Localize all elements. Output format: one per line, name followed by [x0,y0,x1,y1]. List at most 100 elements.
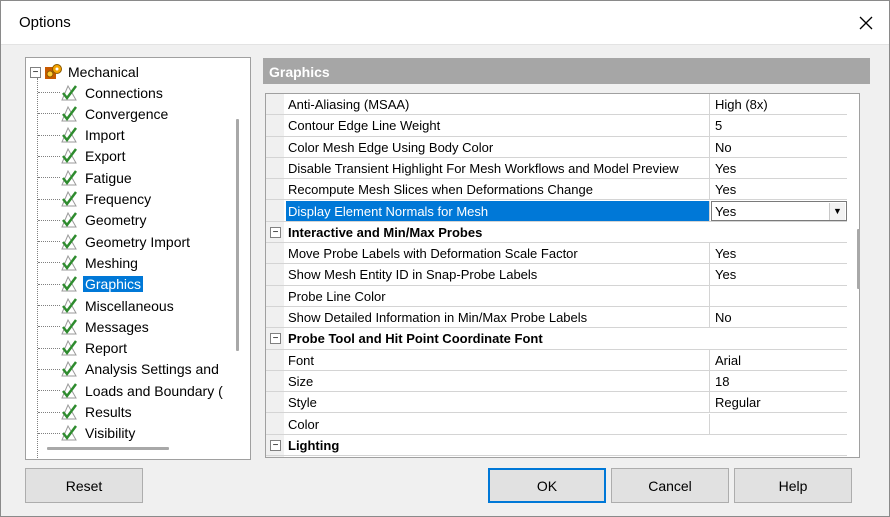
property-value[interactable]: Arial [711,350,847,370]
property-row[interactable]: Color [266,413,847,435]
tree-item-meshing[interactable]: Meshing [38,252,140,273]
property-row[interactable]: Show Detailed Information in Min/Max Pro… [266,307,847,329]
ok-button[interactable]: OK [488,468,606,503]
property-row[interactable]: Probe Line Color [266,285,847,307]
tree-item-geometry[interactable]: Geometry [38,210,148,231]
tree-item-report[interactable]: Report [38,338,129,359]
options-dialog: Options − Mechanical Connections Converge… [0,0,890,517]
property-row[interactable]: Show Mesh Entity ID in Snap-Probe Labels… [266,264,847,286]
property-value-text: Yes [715,160,737,176]
property-name: Move Probe Labels with Deformation Scale… [286,243,710,264]
collapse-icon[interactable]: − [270,333,281,345]
collapse-icon[interactable]: − [270,439,281,451]
tree-item-geometry-import[interactable]: Geometry Import [38,231,192,252]
tree-item-analysis-settings-and[interactable]: Analysis Settings and [38,359,221,380]
category-row[interactable]: − Lighting [266,435,847,457]
property-row[interactable]: Style Regular [266,392,847,414]
property-value[interactable] [711,414,847,434]
property-name: Show Mesh Entity ID in Snap-Probe Labels [286,264,710,285]
checkmark-icon [61,148,77,164]
tree-connector [38,305,60,306]
tree-item-results[interactable]: Results [38,402,134,423]
collapse-icon[interactable]: − [270,226,281,238]
property-row[interactable]: Move Probe Labels with Deformation Scale… [266,243,847,265]
property-value-text: Regular [715,395,761,411]
property-name: Probe Line Color [286,285,710,306]
property-value[interactable]: Yes [711,264,847,284]
reset-button[interactable]: Reset [25,468,143,503]
property-grid[interactable]: Anti-Aliasing (MSAA) High (8x) Contour Edg… [265,93,860,458]
property-row[interactable]: Font Arial [266,349,847,371]
property-row[interactable]: Contour Edge Line Weight 5 [266,115,847,137]
property-name: Style [286,392,710,413]
checkmark-icon [61,169,77,186]
tree-connector [38,347,60,349]
dropdown-arrow-icon[interactable]: ▼ [829,202,845,220]
property-row[interactable]: Anti-Aliasing (MSAA) High (8x) [266,94,847,116]
cancel-button[interactable]: Cancel [611,468,729,503]
property-value[interactable]: Yes [711,179,847,199]
property-value[interactable]: High (8x) [711,94,847,114]
grid-vertical-scrollbar[interactable] [857,229,860,289]
category-row[interactable]: − Probe Tool and Hit Point Coordinate Fon… [266,328,847,350]
tree-horizontal-scrollbar[interactable] [47,447,169,450]
property-name: Show Detailed Information in Min/Max Pro… [286,307,710,328]
property-value-text: Yes [715,182,737,198]
tree-connector [38,92,60,93]
property-value[interactable]: 5 [711,115,847,135]
tree-vertical-scrollbar[interactable] [236,119,239,351]
property-value-text: 18 [715,373,730,389]
mechanical-gear-icon [45,64,62,79]
options-tree[interactable]: − Mechanical Connections Convergence Impor… [25,57,251,460]
tree-connector [38,219,60,221]
property-value[interactable]: No [711,307,847,327]
tree-item-fatigue[interactable]: Fatigue [38,167,134,188]
category-label: Interactive and Min/Max Probes [288,224,483,240]
tree-item-visibility[interactable]: Visibility [38,423,137,444]
checkmark-icon [61,425,77,441]
property-value[interactable] [711,286,847,306]
checkmark-icon [61,233,77,250]
tree-connector [38,390,60,392]
property-value-text: Yes [715,246,737,262]
property-value[interactable]: Yes [711,243,847,263]
property-name: Anti-Aliasing (MSAA) [286,94,710,115]
property-row[interactable]: Recompute Mesh Slices when Deformations … [266,179,847,201]
property-value[interactable]: Regular [711,392,847,412]
property-row[interactable]: Size 18 [266,370,847,393]
property-value-text: Arial [715,352,742,368]
tree-item-label: Report [85,340,128,357]
tree-item-import[interactable]: Import [38,125,127,146]
tree-item-connections[interactable]: Connections [38,82,165,103]
tree-root-mechanical[interactable]: − Mechanical [30,63,139,81]
checkmark-icon [61,254,77,271]
property-value-dropdown[interactable]: Yes ▼ [711,200,847,221]
close-button[interactable] [843,1,889,45]
category-row[interactable]: − Interactive and Min/Max Probes [266,222,847,244]
tree-item-messages[interactable]: Messages [38,316,151,337]
checkmark-icon [61,339,77,356]
property-name: Color Mesh Edge Using Body Color [286,136,710,157]
tree-item-label: Visibility [85,425,136,442]
tree-connector [38,177,60,179]
tree-item-miscellaneous[interactable]: Miscellaneous [38,295,176,316]
property-row[interactable]: Color Mesh Edge Using Body Color No [266,136,847,158]
tree-item-graphics[interactable]: Graphics [38,274,144,295]
tree-item-loads-and-boundary[interactable]: Loads and Boundary ( [38,380,225,401]
property-value-text: No [715,310,732,325]
tree-connector [38,155,60,157]
tree-item-export[interactable]: Export [38,146,127,167]
property-value[interactable]: No [711,137,847,157]
checkmark-icon [61,212,77,228]
collapse-icon[interactable]: − [30,66,41,78]
help-button[interactable]: Help [734,468,852,503]
property-value[interactable]: 18 [711,371,847,391]
tree-item-convergence[interactable]: Convergence [38,103,170,124]
property-row[interactable]: Display Element Normals for Mesh Yes ▼ [266,200,847,222]
tree-item-label: Results [85,404,132,420]
property-value[interactable]: Yes [711,158,847,178]
tree-item-label: Geometry [85,212,147,229]
property-row[interactable]: Disable Transient Highlight For Mesh Wor… [266,157,847,180]
property-name: Color [286,413,710,434]
tree-item-frequency[interactable]: Frequency [38,189,153,210]
